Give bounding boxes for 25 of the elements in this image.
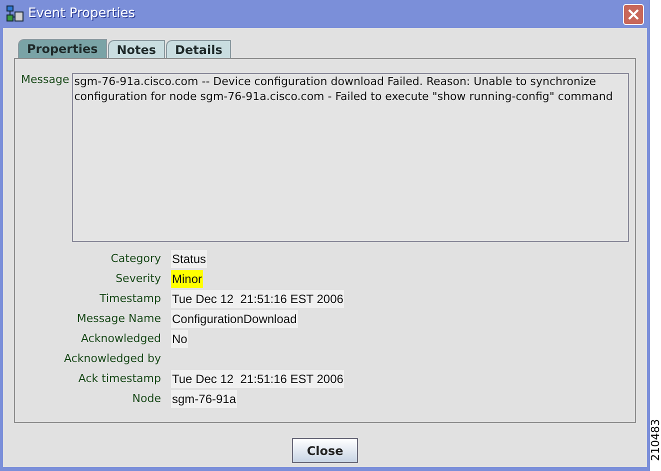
tab[interactable]: Details: [166, 40, 232, 58]
field-value: No: [171, 330, 188, 348]
window-title: Event Properties: [28, 5, 136, 24]
field-label: Message Name: [76, 310, 162, 327]
field-label: Node: [131, 390, 162, 407]
field-label: Timestamp: [98, 290, 162, 307]
field-value: Status: [171, 250, 208, 268]
field-value: Minor: [171, 270, 204, 288]
network-icon: [6, 5, 24, 23]
close-icon[interactable]: [623, 4, 644, 24]
field-label: Acknowledged: [80, 330, 162, 347]
field-label: Message: [21, 73, 70, 88]
close-button[interactable]: Close: [292, 438, 358, 463]
field-value: sgm-76-91a: [171, 390, 238, 408]
field-value: ConfigurationDownload: [171, 310, 298, 328]
field-label: Severity: [114, 270, 162, 287]
tab[interactable]: Properties: [18, 39, 107, 58]
message-text-area: sgm-76-91a.cisco.com -- Device configuration download Failed. Reason: Unable to synchronize configuration for node sgm-76-91a.cisco.com - Failed to execute "show running-config" command: [72, 73, 630, 242]
field-value: Tue Dec 12 21:51:16 EST 2006: [171, 290, 344, 308]
field-label: Category: [110, 250, 162, 267]
field-label: Acknowledged by: [63, 350, 162, 367]
field-value: Tue Dec 12 21:51:16 EST 2006: [171, 370, 344, 388]
field-label: Ack timestamp: [77, 370, 162, 387]
tab[interactable]: Notes: [108, 40, 166, 58]
figure-number: 210483: [650, 419, 661, 461]
